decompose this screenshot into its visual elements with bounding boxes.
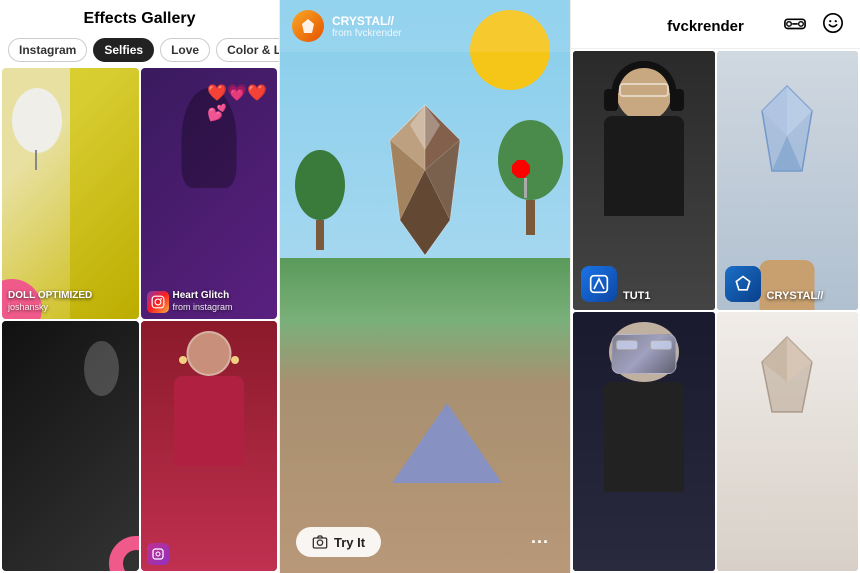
tab-love[interactable]: Love	[160, 38, 210, 62]
face-icon[interactable]	[822, 12, 844, 40]
smiley-icon	[822, 12, 844, 34]
balloon-string	[35, 150, 37, 170]
profile-panel: fvckrender	[570, 0, 860, 573]
profile-header: fvckrender	[571, 0, 860, 49]
tab-instagram[interactable]: Instagram	[8, 38, 87, 62]
profile-badge-2	[725, 266, 761, 302]
cell-1-effect-name: DOLL OPTIMIZED	[8, 290, 92, 302]
effects-gallery-panel: Effects Gallery Instagram Selfies Love C…	[0, 0, 280, 573]
hand-shape	[760, 260, 815, 310]
tree-top-left	[295, 150, 345, 220]
gallery-cell-3[interactable]	[2, 321, 139, 572]
avatar-crystal-icon	[299, 17, 317, 35]
profile-cell-4[interactable]	[717, 312, 859, 571]
stop-sign-pole	[524, 178, 527, 198]
effect-name-1: TUT1	[623, 290, 651, 302]
ar-icon[interactable]	[784, 12, 806, 40]
crystal-svg-2	[757, 81, 817, 181]
tab-selfies[interactable]: Selfies	[93, 38, 154, 62]
cell-1-creator: joshansky	[8, 302, 92, 313]
mask-lens-right	[650, 340, 672, 350]
ar-effect-name: CRYSTAL//	[332, 14, 401, 28]
cell-2-effect-name: Heart Glitch	[173, 290, 233, 302]
ar-from-label: from fvckrender	[332, 28, 401, 39]
tree-right	[495, 120, 565, 230]
yellow-bg	[70, 68, 138, 319]
person-body	[174, 376, 244, 466]
crystal-obj-4	[757, 332, 817, 422]
hearts-decoration: ❤️💗❤️💕	[207, 83, 267, 123]
try-it-label: Try It	[334, 535, 365, 550]
more-options-button[interactable]: ···	[526, 528, 554, 556]
tree-trunk-left	[316, 220, 324, 250]
more-dots: ···	[531, 532, 549, 553]
ar-crystal-object	[375, 100, 475, 260]
try-it-button[interactable]: Try It	[296, 527, 381, 557]
tree-left	[290, 150, 350, 250]
person-head	[186, 331, 231, 376]
gallery-cell-1[interactable]: DOLL OPTIMIZED joshansky	[2, 68, 139, 319]
ar-user-info: CRYSTAL// from fvckrender	[332, 14, 401, 39]
profile-cell-2[interactable]: CRYSTAL//	[717, 51, 859, 310]
person-body-3	[604, 382, 684, 492]
cell-2-label: Heart Glitch from instagram	[173, 290, 233, 313]
crystal-svg	[375, 100, 475, 260]
mask-lens-left	[616, 340, 638, 350]
effect-name-2: CRYSTAL//	[767, 290, 824, 302]
ar-preview-panel: CRYSTAL// from fvckrender Try It ···	[280, 0, 570, 573]
profile-grid: TUT1 CRYSTAL//	[571, 49, 860, 573]
headphone-right	[670, 89, 684, 111]
profile-cell-3[interactable]	[573, 312, 715, 571]
balloon-shape	[12, 88, 62, 153]
gallery-tabs: Instagram Selfies Love Color & Light	[0, 34, 279, 68]
earring-right	[231, 356, 239, 364]
gallery-cell-2[interactable]: ❤️💗❤️💕 Heart Glitch from instagram	[141, 68, 278, 319]
headphone-left	[604, 89, 618, 111]
ar-bottom-bar: Try It ···	[280, 515, 570, 573]
tree-trunk-right	[526, 200, 535, 235]
cell-1-label: DOLL OPTIMIZED joshansky	[8, 290, 92, 313]
camera-icon	[312, 534, 328, 550]
gallery-header: Effects Gallery	[0, 0, 279, 34]
gallery-cell-4[interactable]	[141, 321, 278, 572]
cell-2-creator: from instagram	[173, 302, 233, 313]
earring-left	[179, 356, 187, 364]
ar-triangle	[392, 403, 502, 483]
crystal-obj	[757, 81, 817, 181]
glasses	[619, 83, 669, 97]
profile-action-icons	[784, 12, 844, 40]
tree-top-right	[498, 120, 563, 200]
crystal-svg-4	[757, 332, 817, 422]
ar-user-avatar	[292, 10, 324, 42]
dark-bg	[2, 321, 139, 572]
badge-icon-1	[589, 274, 609, 294]
stop-sign	[512, 160, 530, 178]
person-body-1	[604, 116, 684, 216]
profile-badge-1	[581, 266, 617, 302]
profile-username: fvckrender	[667, 18, 744, 35]
effect-badge-cell4	[147, 543, 169, 565]
profile-cell-1[interactable]: TUT1	[573, 51, 715, 310]
ar-glasses-icon	[784, 12, 806, 34]
tab-color-light[interactable]: Color & Light	[216, 38, 279, 62]
gallery-title: Effects Gallery	[83, 10, 195, 27]
gallery-grid: DOLL OPTIMIZED joshansky ❤️💗❤️💕 Heart Gl…	[0, 68, 279, 573]
ar-header: CRYSTAL// from fvckrender	[280, 0, 570, 52]
instagram-badge	[147, 291, 169, 313]
badge-icon-2	[733, 274, 753, 294]
instagram-icon	[151, 295, 165, 309]
orb-shape	[84, 341, 119, 396]
badge-icon-cell4	[152, 548, 164, 560]
